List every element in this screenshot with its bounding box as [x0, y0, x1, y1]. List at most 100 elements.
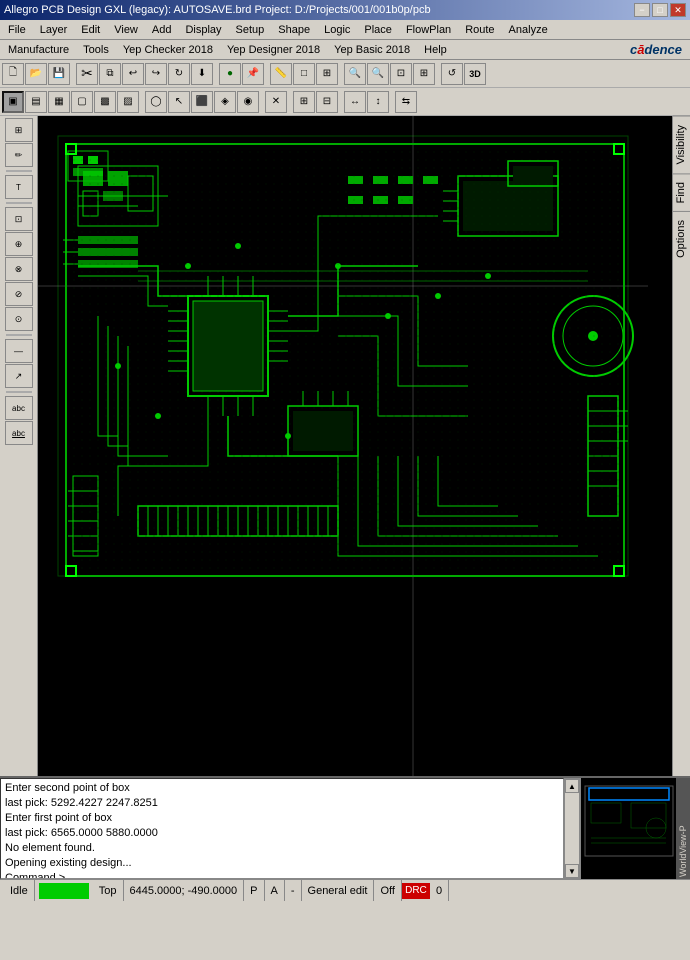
arrow-button[interactable]: ↖: [168, 91, 190, 113]
3d-button[interactable]: 3D: [464, 63, 486, 85]
menu-add[interactable]: Add: [146, 22, 178, 38]
new-button[interactable]: 🗋: [2, 63, 24, 85]
grid-button[interactable]: ⊞: [316, 63, 338, 85]
cross-button[interactable]: ▨: [117, 91, 139, 113]
menu-tools[interactable]: Tools: [77, 42, 115, 58]
lt-dot[interactable]: ⊙: [5, 307, 33, 331]
menu-flowplan[interactable]: FlowPlan: [400, 22, 457, 38]
redo-button[interactable]: ↪: [145, 63, 167, 85]
layer-label: Top: [99, 885, 117, 897]
lt-text[interactable]: T: [5, 175, 33, 199]
menu-yep-designer[interactable]: Yep Designer 2018: [221, 42, 326, 58]
cadence-logo: cādence: [630, 42, 688, 57]
undo-button[interactable]: ↩: [122, 63, 144, 85]
fill2-button[interactable]: ⬛: [191, 91, 213, 113]
menu-help[interactable]: Help: [418, 42, 453, 58]
copy-button[interactable]: ⧉: [99, 63, 121, 85]
lt-pad[interactable]: ⊡: [5, 207, 33, 231]
worldview-label: WorldView-P: [676, 778, 690, 879]
zoom-select-button[interactable]: ⊞: [413, 63, 435, 85]
lt-abc2[interactable]: abc: [5, 421, 33, 445]
diamond-button[interactable]: ◈: [214, 91, 236, 113]
maximize-button[interactable]: □: [652, 3, 668, 17]
circle-draw-button[interactable]: ◯: [145, 91, 167, 113]
worldview-map: [581, 778, 677, 879]
zoom-in-button[interactable]: 🔍: [344, 63, 366, 85]
drc-label: DRC: [405, 885, 427, 896]
rotate-button[interactable]: ↺: [441, 63, 463, 85]
menu-logic[interactable]: Logic: [318, 22, 356, 38]
menu-shape[interactable]: Shape: [272, 22, 316, 38]
pin-button[interactable]: 📌: [242, 63, 264, 85]
scroll-down-button[interactable]: ▼: [565, 864, 579, 878]
arrow-lr-button[interactable]: ↔: [344, 91, 366, 113]
options-tab[interactable]: Options: [673, 211, 690, 266]
lt-measure[interactable]: ↗: [5, 364, 33, 388]
off-status: Off: [374, 880, 401, 901]
menu-route[interactable]: Route: [459, 22, 500, 38]
box-select-button[interactable]: □: [293, 63, 315, 85]
close-button[interactable]: ✕: [670, 3, 686, 17]
error-number: 0: [436, 885, 442, 897]
menu-yep-checker[interactable]: Yep Checker 2018: [117, 42, 219, 58]
scroll-up-button[interactable]: ▲: [565, 779, 579, 793]
lt-line[interactable]: —: [5, 339, 33, 363]
menu-place[interactable]: Place: [358, 22, 398, 38]
outline-button[interactable]: ▢: [71, 91, 93, 113]
menu-file[interactable]: File: [2, 22, 32, 38]
save-button[interactable]: 💾: [48, 63, 70, 85]
cross2-button[interactable]: ✕: [265, 91, 287, 113]
lt-abc1[interactable]: abc: [5, 396, 33, 420]
menu-manufacture[interactable]: Manufacture: [2, 42, 75, 58]
plus-button[interactable]: ⊞: [293, 91, 315, 113]
left-toolbar: ⊞ ✏ T ⊡ ⊕ ⊗ ⊘ ⊙ — ↗ abc abc: [0, 116, 38, 776]
canvas-area[interactable]: [38, 116, 672, 776]
layer-status: Top: [93, 880, 124, 901]
lt-draw[interactable]: ✏: [5, 143, 33, 167]
toolbar-row-2: ▣ ▤ ▦ ▢ ▩ ▨ ◯ ↖ ⬛ ◈ ◉ ✕ ⊞ ⊟ ↔ ↕ ⇆: [0, 88, 690, 116]
app-title: Allegro PCB Design GXL (legacy): AUTOSAV…: [4, 4, 431, 16]
coordinates: 6445.0000; -490.0000: [130, 885, 238, 897]
minimize-button[interactable]: −: [634, 3, 650, 17]
menu-edit[interactable]: Edit: [75, 22, 106, 38]
off-label: Off: [380, 885, 394, 897]
select-mode-button[interactable]: ▣: [2, 91, 24, 113]
visibility-tab[interactable]: Visibility: [673, 116, 690, 173]
flip-h-button[interactable]: ⇆: [395, 91, 417, 113]
menu-layer[interactable]: Layer: [34, 22, 74, 38]
menu-setup[interactable]: Setup: [230, 22, 271, 38]
zoom-fit-button[interactable]: ⊡: [390, 63, 412, 85]
fill-button[interactable]: ▦: [48, 91, 70, 113]
menu-display[interactable]: Display: [179, 22, 227, 38]
find-tab[interactable]: Find: [673, 173, 690, 211]
drc-error-indicator: DRC: [402, 883, 430, 899]
main-layout: ⊞ ✏ T ⊡ ⊕ ⊗ ⊘ ⊙ — ↗ abc abc: [0, 116, 690, 776]
circle-button[interactable]: ●: [219, 63, 241, 85]
lt-select[interactable]: ⊞: [5, 118, 33, 142]
down-button[interactable]: ⬇: [191, 63, 213, 85]
cut-button[interactable]: ✂: [76, 63, 98, 85]
target-button[interactable]: ◉: [237, 91, 259, 113]
open-button[interactable]: 📂: [25, 63, 47, 85]
command-log[interactable]: Enter second point of box last pick: 529…: [0, 778, 564, 879]
lt-via[interactable]: ⊕: [5, 232, 33, 256]
log-line-2: last pick: 5292.4227 2247.8251: [5, 796, 559, 811]
menu-view[interactable]: View: [108, 22, 144, 38]
zoom-out-button[interactable]: 🔍: [367, 63, 389, 85]
layer-select-button[interactable]: ▤: [25, 91, 47, 113]
lt-drc[interactable]: ⊗: [5, 257, 33, 281]
hatch-button[interactable]: ▩: [94, 91, 116, 113]
lt-no[interactable]: ⊘: [5, 282, 33, 306]
measure-button[interactable]: 📏: [270, 63, 292, 85]
idle-status: Idle: [4, 880, 35, 901]
pcb-canvas: [38, 116, 672, 776]
refresh-button[interactable]: ↻: [168, 63, 190, 85]
menu-yep-basic[interactable]: Yep Basic 2018: [328, 42, 416, 58]
title-bar-controls[interactable]: − □ ✕: [634, 3, 686, 17]
idle-label: Idle: [10, 885, 28, 897]
minus-button[interactable]: ⊟: [316, 91, 338, 113]
coord-a: A: [271, 885, 278, 897]
menu-analyze[interactable]: Analyze: [503, 22, 554, 38]
arrow-tb-button[interactable]: ↕: [367, 91, 389, 113]
menu-bar-1: File Layer Edit View Add Display Setup S…: [0, 20, 690, 40]
